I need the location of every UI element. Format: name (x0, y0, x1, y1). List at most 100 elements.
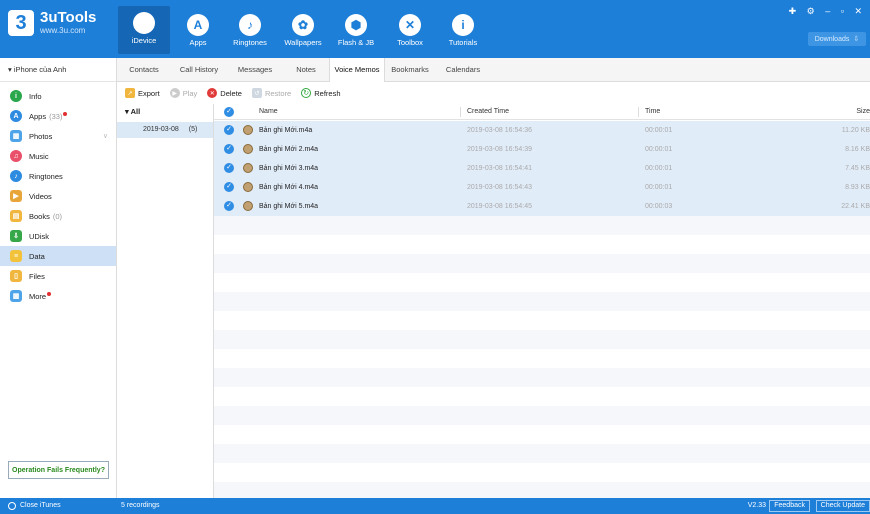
empty-row (214, 235, 870, 254)
cell-size: 8.16 KB (845, 146, 870, 153)
nav-tab-apps[interactable]: A Apps (172, 8, 224, 52)
restore-button[interactable]: ↺ Restore (251, 88, 291, 98)
tree-all[interactable]: ▾ All (117, 104, 213, 120)
row-checkbox[interactable]: ✓ (224, 201, 234, 211)
table-header: ✓ Name Created Time Time Size (214, 104, 870, 120)
header-time[interactable]: Time (645, 104, 660, 120)
status-bar: Close iTunes 5 recordings V2.33 Feedback… (0, 498, 870, 514)
export-button[interactable]: ↗ Export (125, 88, 160, 98)
feedback-button[interactable]: Feedback (769, 500, 810, 512)
bell-icon: ♪ (239, 14, 261, 36)
sidebar-item-apps[interactable]: A Apps (33) (0, 106, 116, 126)
empty-row (214, 349, 870, 368)
cell-name: Bản ghi Mới 3.m4a (259, 165, 319, 172)
apple-icon (133, 12, 155, 34)
cell-created: 2019-03-08 16:54:45 (467, 203, 532, 210)
close-itunes-button[interactable]: Close iTunes (8, 498, 61, 514)
voice-memo-icon (243, 144, 253, 154)
select-all-checkbox[interactable]: ✓ (224, 107, 234, 117)
tab-calendars[interactable]: Calendars (435, 58, 491, 82)
nav-tab-flash-jb[interactable]: ⬢ Flash & JB (330, 8, 382, 52)
table-row[interactable]: ✓ Bản ghi Mới 5.m4a 2019-03-08 16:54:45 00:… (214, 197, 870, 216)
row-checkbox[interactable]: ✓ (224, 182, 234, 192)
empty-row (214, 406, 870, 425)
cell-name: Bản ghi Mới 2.m4a (259, 146, 319, 153)
cell-name: Bản ghi Mới 5.m4a (259, 203, 319, 210)
cell-size: 8.93 KB (845, 184, 870, 191)
circle-icon (8, 502, 16, 510)
delete-button[interactable]: ✕ Delete (207, 88, 242, 98)
refresh-button[interactable]: ↻ Refresh (301, 88, 341, 98)
sidebar-item-data[interactable]: ≡ Data (0, 246, 116, 266)
nav-tab-toolbox[interactable]: ✕ Toolbox (384, 8, 436, 52)
row-checkbox[interactable]: ✓ (224, 125, 234, 135)
app-url: www.3u.com (40, 26, 86, 35)
sidebar-item-videos[interactable]: ▶ Videos (0, 186, 116, 206)
table-row[interactable]: ✓ Bản ghi Mới 2.m4a 2019-03-08 16:54:39 00:… (214, 140, 870, 159)
voice-memo-icon (243, 182, 253, 192)
window-controls[interactable]: ✚ ⚙ – ▫ ✕ (789, 6, 866, 17)
tab-call-history[interactable]: Call History (171, 58, 227, 82)
play-icon: ▶ (169, 88, 180, 98)
app-name: 3uTools (40, 9, 97, 26)
row-checkbox[interactable]: ✓ (224, 144, 234, 154)
flash-icon: ⬢ (345, 14, 367, 36)
sidebar: ▾ iPhone của Anh i Info A Apps (33) ▦ Ph… (0, 58, 117, 498)
sidebar-item-udisk[interactable]: ⇩ UDisk (0, 226, 116, 246)
more-icon: ▦ (10, 290, 22, 302)
notification-dot (47, 292, 52, 296)
sidebar-item-ringtones[interactable]: ♪ Ringtones (0, 166, 116, 186)
tab-bookmarks[interactable]: Bookmarks (385, 58, 435, 82)
cell-size: 11.20 KB (841, 127, 870, 134)
check-update-button[interactable]: Check Update (815, 500, 870, 512)
download-arrow-icon: ⇩ (853, 36, 860, 43)
sidebar-item-photos[interactable]: ▦ Photos ∨ (0, 126, 116, 146)
cell-name: Bản ghi Mới 4.m4a (259, 184, 319, 191)
cell-created: 2019-03-08 16:54:36 (467, 127, 532, 134)
sidebar-item-music[interactable]: ♫ Music (0, 146, 116, 166)
sidebar-item-more[interactable]: ▦ More (0, 286, 116, 306)
recordings-count: 5 recordings (121, 502, 160, 509)
tab-voice-memos[interactable]: Voice Memos (329, 58, 385, 83)
sub-tabs: Contacts Call History Messages Notes Voi… (117, 58, 870, 83)
header-size[interactable]: Size (810, 104, 870, 120)
nav-tab-wallpapers[interactable]: ✿ Wallpapers (277, 8, 329, 52)
device-selector[interactable]: ▾ iPhone của Anh (0, 58, 116, 82)
downloads-button[interactable]: Downloads ⇩ (808, 32, 866, 46)
nav-tab-tutorials[interactable]: i Tutorials (437, 8, 489, 52)
date-tree: ▾ All 2019-03-08 (5) (117, 104, 214, 498)
wallpaper-icon: ✿ (292, 14, 314, 36)
empty-row (214, 463, 870, 482)
header-created[interactable]: Created Time (467, 104, 509, 120)
tab-notes[interactable]: Notes (283, 58, 329, 82)
tab-contacts[interactable]: Contacts (117, 58, 171, 82)
bell-icon: ♪ (10, 170, 22, 182)
table-row[interactable]: ✓ Bản ghi Mới.m4a 2019-03-08 16:54:36 00:00… (214, 121, 870, 140)
cell-time: 00:00:01 (645, 184, 673, 191)
table-row[interactable]: ✓ Bản ghi Mới 4.m4a 2019-03-08 16:54:43 00:… (214, 178, 870, 197)
sidebar-item-books[interactable]: ▤ Books (0) (0, 206, 116, 226)
operation-fails-link[interactable]: Operation Fails Frequently? (8, 461, 109, 479)
cell-time: 00:00:01 (645, 127, 673, 134)
toolbox-icon: ✕ (399, 14, 421, 36)
play-button[interactable]: ▶ Play (169, 88, 197, 98)
nav-tab-ringtones[interactable]: ♪ Ringtones (224, 8, 276, 52)
cell-created: 2019-03-08 16:54:41 (467, 165, 532, 172)
header-name[interactable]: Name (259, 104, 278, 120)
cell-name: Bản ghi Mới.m4a (259, 127, 313, 134)
row-checkbox[interactable]: ✓ (224, 163, 234, 173)
sidebar-item-info[interactable]: i Info (0, 86, 116, 106)
toolbar: ↗ Export ▶ Play ✕ Delete ↺ Restore ↻ Ref… (117, 82, 870, 104)
delete-icon: ✕ (207, 88, 218, 98)
book-icon: ▤ (10, 210, 22, 222)
app-logo: 3 3uTools www.3u.com (8, 10, 96, 36)
nav-tab-idevice[interactable]: iDevice (118, 6, 170, 54)
app-store-icon: A (10, 110, 22, 122)
sidebar-item-files[interactable]: ▯ Files (0, 266, 116, 286)
table-row[interactable]: ✓ Bản ghi Mới 3.m4a 2019-03-08 16:54:41 00:… (214, 159, 870, 178)
tree-node-date[interactable]: 2019-03-08 (5) (117, 122, 213, 138)
tab-messages[interactable]: Messages (227, 58, 283, 82)
empty-row (214, 425, 870, 444)
empty-row (214, 330, 870, 349)
file-icon: ▯ (10, 270, 22, 282)
